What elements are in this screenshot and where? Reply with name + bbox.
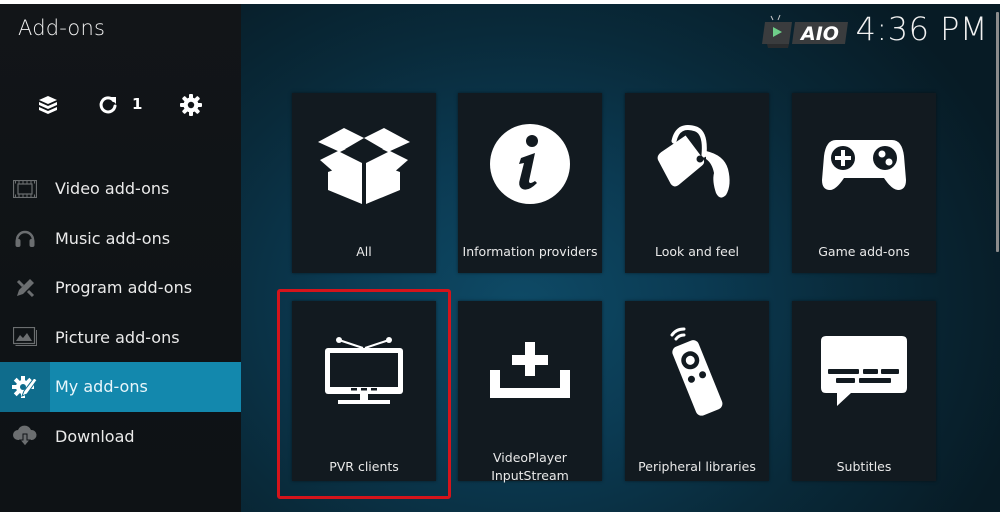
tile-label: Game add-ons [818,244,910,259]
remote-control-icon [670,327,723,416]
sidebar-item-program-addons[interactable]: Program add-ons [0,263,241,313]
page-title: Add-ons [18,16,106,40]
settings-button[interactable] [178,92,204,118]
aio-logo: AIO [762,14,850,50]
film-strip-icon [13,179,37,198]
tile-videoplayer-inputstream[interactable]: VideoPlayer InputStream [458,301,602,483]
gamepad-icon [822,140,906,190]
addon-box-button[interactable] [35,92,61,118]
tile-pvr-clients[interactable]: PVR clients [292,301,436,481]
sidebar-menu: Video add-ons Music add-ons Program add-… [0,164,241,461]
subtitles-bubble-icon [821,336,907,406]
settings-gear-icon [180,94,202,116]
tile-label: Peripheral libraries [638,459,756,474]
open-box-icon [318,128,410,204]
aio-tv-logo-icon: AIO [762,14,848,48]
svg-text:AIO: AIO [799,23,839,45]
headphones-icon [15,231,35,248]
tile-game-addons[interactable]: Game add-ons [792,93,936,273]
refresh-icon [99,96,117,114]
sidebar-item-label: Video add-ons [55,179,170,199]
sidebar-item-label: My add-ons [55,377,148,397]
tile-label-line2: InputStream [491,468,569,483]
tv-icon [325,337,403,404]
tile-subtitles[interactable]: Subtitles [792,301,936,481]
tile-label: Subtitles [836,459,892,474]
sidebar: Add-ons 1 Video add-ons Music add-ons Pr… [0,4,241,512]
clock: 4:36 PM [855,10,988,48]
update-count-badge: 1 [132,95,143,113]
tile-all[interactable]: All [292,93,436,273]
sidebar-item-picture-addons[interactable]: Picture add-ons [0,313,241,363]
sidebar-item-label: Music add-ons [55,228,171,248]
tile-label: Look and feel [655,244,739,259]
sidebar-item-label: Picture add-ons [55,327,180,347]
paint-bucket-icon [657,125,730,198]
info-icon [490,124,570,204]
sidebar-item-label: Download [55,426,135,446]
sidebar-item-video-addons[interactable]: Video add-ons [0,164,241,214]
sidebar-item-music-addons[interactable]: Music add-ons [0,214,241,264]
tile-label: PVR clients [329,459,399,474]
sidebar-item-my-addons[interactable]: My add-ons [0,362,241,412]
sidebar-toolbar [0,92,241,122]
scrollbar[interactable] [996,12,999,252]
add-input-icon [490,342,570,398]
tile-look-and-feel[interactable]: Look and feel [625,93,769,273]
kodi-screen: Add-ons 1 Video add-ons Music add-ons Pr… [0,4,1000,512]
tile-label: All [356,244,372,259]
sidebar-item-download[interactable]: Download [0,412,241,462]
tile-information-providers[interactable]: Information providers [458,93,602,273]
gear-pencil-icon [12,375,38,398]
sidebar-item-label: Program add-ons [55,278,193,298]
pencil-wrench-icon [16,278,35,297]
picture-icon [13,327,37,347]
addon-box-icon [39,96,57,114]
refresh-button[interactable] [95,92,121,118]
tile-peripheral-libraries[interactable]: Peripheral libraries [625,301,769,481]
tile-label: Information providers [462,244,598,259]
tile-label-line1: VideoPlayer [493,450,567,465]
cloud-download-icon [13,425,37,448]
